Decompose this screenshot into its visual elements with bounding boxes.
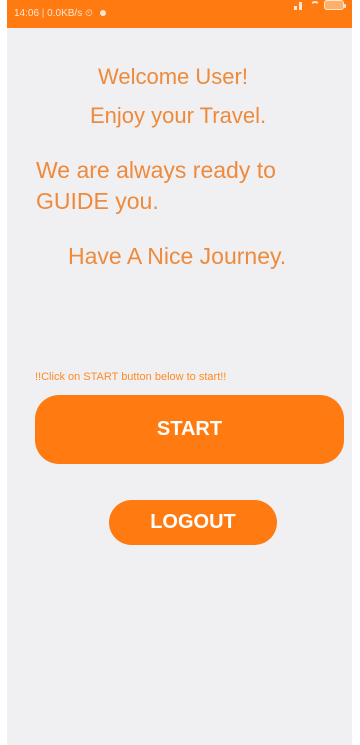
start-instruction-text: !!Click on START button below to start!! [35,371,227,383]
signal-icon [292,1,306,10]
logout-button[interactable]: LOGOUT [109,500,277,545]
notification-dot-icon [99,10,106,17]
wifi-icon [310,1,320,9]
battery-icon [324,0,346,10]
guide-text: We are always ready to GUIDE you. [36,157,276,214]
enjoy-travel-text: Enjoy your Travel. [90,103,267,128]
start-button[interactable]: START [35,395,344,464]
welcome-text: Welcome User! [98,64,248,89]
status-right [292,0,346,10]
timer-icon: ⏲ [84,8,93,19]
status-bar: 14:06 | 0.0KB/s ⏲ [7,0,352,28]
app-screen: 14:06 | 0.0KB/s ⏲ Welcome User! Enjoy yo… [7,0,352,745]
status-left: 14:06 | 0.0KB/s ⏲ [14,0,110,28]
screen-left-border [0,0,7,745]
nice-journey-text: Have A Nice Journey. [68,243,287,269]
status-time-network: 14:06 | 0.0KB/s [14,8,83,19]
